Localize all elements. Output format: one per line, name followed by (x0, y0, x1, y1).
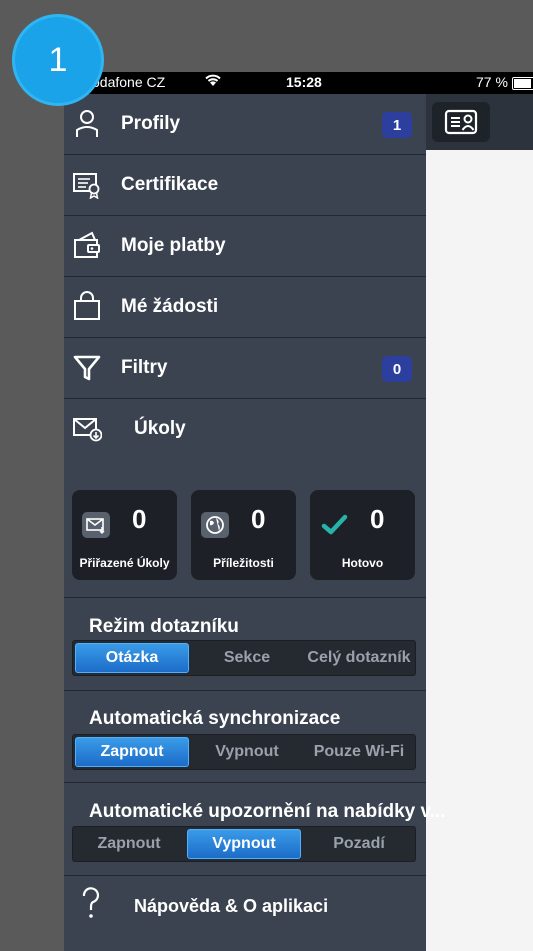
tile-value: 0 (251, 504, 266, 534)
menu-item-label: Filtry (121, 357, 168, 378)
step-number-badge: 1 (12, 14, 104, 106)
auto-sync-title: Automatická synchronizace (89, 708, 341, 729)
filters-count-badge: 0 (382, 356, 412, 382)
carrier-label: odafone CZ (92, 74, 166, 90)
segment-background[interactable]: Pozadí (303, 827, 415, 861)
divider (64, 782, 426, 783)
shopping-bag-icon (72, 291, 102, 321)
id-card-icon[interactable] (432, 102, 490, 142)
globe-icon (201, 512, 229, 538)
segment-on[interactable]: Zapnout (75, 737, 189, 767)
menu-item-label: Certifikace (121, 174, 219, 195)
tile-label: Příležitosti (213, 556, 274, 570)
question-mark-icon (76, 886, 106, 918)
phone-screen: odafone CZ 15:28 77 % Profily 1 Certifik… (64, 72, 533, 951)
user-icon (72, 108, 102, 138)
menu-item-label: Profily (121, 113, 181, 134)
wallet-icon (72, 230, 102, 260)
auto-sync-segmented-control: Zapnout Vypnout Pouze Wi-Fi (72, 734, 416, 770)
auto-notify-title: Automatické upozornění na nabídky v... (89, 801, 446, 822)
menu-item-profiles[interactable]: Profily 1 (64, 94, 426, 155)
segment-whole-questionnaire[interactable]: Celý dotazník (303, 641, 415, 675)
questionnaire-mode-title: Režim dotazníku (89, 616, 239, 637)
tile-value: 0 (132, 504, 147, 534)
profiles-count-badge: 1 (382, 112, 412, 138)
content-header (426, 94, 533, 150)
battery-icon (512, 77, 533, 90)
menu-item-filters[interactable]: Filtry 0 (64, 338, 426, 399)
battery-percent: 77 % (476, 74, 508, 90)
menu-item-requests[interactable]: Mé žádosti (64, 277, 426, 338)
segment-question[interactable]: Otázka (75, 643, 189, 673)
menu-item-help[interactable]: Nápověda & O aplikaci (64, 876, 426, 936)
menu-item-label: Moje platby (121, 235, 226, 256)
clock: 15:28 (286, 74, 322, 90)
tile-label: Přiřazené Úkoly (79, 556, 170, 570)
tile-label: Hotovo (341, 556, 384, 570)
tile-assigned-tasks[interactable]: 0 Přiřazené Úkoly (72, 490, 177, 580)
questionnaire-mode-segmented-control: Otázka Sekce Celý dotazník (72, 640, 416, 676)
side-menu: Profily 1 Certifikace Moje platby Mé žád… (64, 94, 445, 951)
tile-done[interactable]: 0 Hotovo (310, 490, 415, 580)
checkmark-icon (320, 512, 348, 538)
segment-on[interactable]: Zapnout (73, 827, 185, 861)
certificate-icon (72, 169, 102, 200)
menu-item-label: Mé žádosti (121, 296, 219, 317)
menu-item-tasks[interactable]: Úkoly (64, 399, 426, 459)
menu-item-payments[interactable]: Moje platby (64, 216, 426, 277)
tile-value: 0 (370, 504, 385, 534)
wifi-icon (204, 73, 222, 90)
menu-item-label: Úkoly (134, 418, 186, 439)
filter-icon (72, 352, 102, 382)
inbox-task-icon (82, 512, 110, 538)
auto-notify-segmented-control: Zapnout Vypnout Pozadí (72, 826, 416, 862)
segment-off[interactable]: Vypnout (191, 735, 303, 769)
segment-section[interactable]: Sekce (191, 641, 303, 675)
menu-item-certificates[interactable]: Certifikace (64, 155, 426, 216)
segment-off[interactable]: Vypnout (187, 829, 301, 859)
tile-opportunities[interactable]: 0 Příležitosti (191, 490, 296, 580)
menu-item-label: Nápověda & O aplikaci (134, 896, 329, 916)
mail-download-icon (72, 413, 103, 443)
segment-wifi-only[interactable]: Pouze Wi-Fi (303, 735, 415, 769)
divider (64, 690, 426, 691)
status-bar: odafone CZ 15:28 77 % (64, 72, 533, 94)
divider (64, 597, 426, 598)
